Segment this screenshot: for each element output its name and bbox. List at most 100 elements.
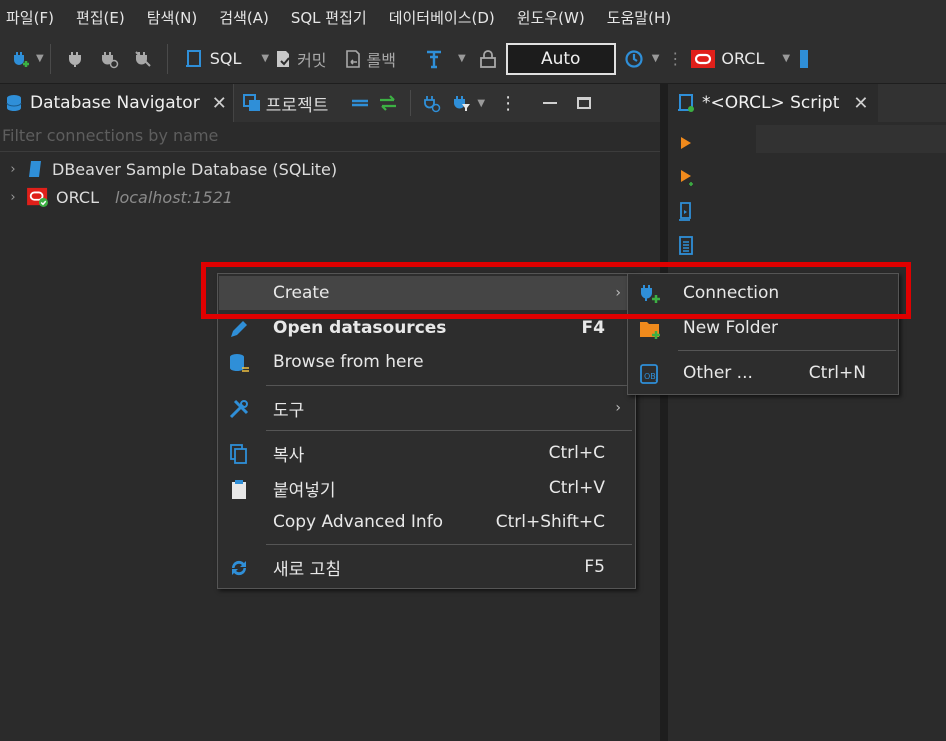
connect-nav-button[interactable] xyxy=(421,93,441,113)
menu-item-shortcut: F5 xyxy=(584,557,605,577)
chevron-down-icon[interactable]: ▼ xyxy=(652,53,660,64)
menu-item-open-datasources[interactable]: Open datasources F4 xyxy=(219,311,635,345)
tools-icon xyxy=(229,399,249,419)
menu-item-label: 복사 xyxy=(273,445,305,466)
tab-projects[interactable]: 프로젝트 xyxy=(242,91,328,116)
chevron-down-icon[interactable]: ▼ xyxy=(261,53,269,64)
tree-node-label: DBeaver Sample Database (SQLite) xyxy=(52,159,338,179)
submenu-item-connection[interactable]: Connection xyxy=(629,276,898,310)
rollback-button[interactable]: 롤백 xyxy=(343,43,396,75)
menu-item-copy[interactable]: 복사 Ctrl+C xyxy=(219,436,635,470)
schema-selector[interactable] xyxy=(800,43,809,75)
auto-commit-box[interactable]: Auto xyxy=(505,42,616,75)
plug-refresh-icon xyxy=(424,96,441,113)
menu-file[interactable]: 파일(F) xyxy=(6,7,54,28)
menu-item-label: Create xyxy=(273,283,330,303)
chevron-down-icon[interactable]: ▼ xyxy=(477,98,485,109)
close-icon[interactable]: ✕ xyxy=(853,93,868,114)
rollback-label: 롤백 xyxy=(366,50,396,70)
chevron-right-icon[interactable]: › xyxy=(4,190,22,205)
view-menu-icon[interactable]: ⋮ xyxy=(499,93,517,114)
new-connection-icon xyxy=(641,285,660,303)
menu-item-refresh[interactable]: 새로 고침 F5 xyxy=(219,550,635,584)
refresh-icon xyxy=(231,560,247,576)
active-connection-label: ORCL xyxy=(721,49,765,68)
plug-filter-icon xyxy=(454,96,471,111)
link-arrows-icon xyxy=(380,95,397,111)
rollback-icon xyxy=(345,49,360,68)
new-folder-icon xyxy=(640,322,660,339)
sql-editor-button[interactable]: SQL ▼ xyxy=(184,43,269,75)
filter-connections-button[interactable]: ▼ xyxy=(451,93,485,113)
menu-item-paste[interactable]: 붙여넣기 Ctrl+V xyxy=(219,471,635,505)
link-with-editor-button[interactable] xyxy=(378,93,398,113)
sql-button-label: SQL xyxy=(209,49,242,68)
menu-help[interactable]: 도움말(H) xyxy=(607,7,671,28)
menu-item-label: 새로 고침 xyxy=(273,559,341,580)
editor-action-gutter xyxy=(668,122,698,741)
execute-script-icon[interactable] xyxy=(678,202,694,222)
menu-item-shortcut: F4 xyxy=(581,318,605,338)
commit-button[interactable]: 커밋 xyxy=(273,43,327,75)
submenu-item-other[interactable]: OBJ Other ... Ctrl+N xyxy=(629,356,898,390)
chevron-right-icon[interactable]: › xyxy=(4,162,22,177)
submenu-item-label: Connection xyxy=(683,283,780,303)
tree-node-host: localhost:1521 xyxy=(115,187,233,207)
menu-sql-editor[interactable]: SQL 편집기 xyxy=(291,7,367,28)
toolbar-separator xyxy=(166,43,168,74)
filter-connections-input[interactable]: Filter connections by name xyxy=(0,122,660,152)
tree-node-orcl[interactable]: › ORCL localhost:1521 xyxy=(4,184,233,210)
minimize-icon[interactable] xyxy=(543,102,558,104)
menu-separator xyxy=(266,385,632,386)
menu-item-browse-from-here[interactable]: Browse from here xyxy=(219,345,635,379)
execute-statement-icon[interactable] xyxy=(680,136,692,150)
panel-divider[interactable] xyxy=(660,84,668,741)
active-connection-selector[interactable]: ORCL ▼ xyxy=(691,43,790,75)
editor-current-line[interactable] xyxy=(756,125,946,153)
disconnect-button[interactable] xyxy=(133,43,153,75)
toolbar-separator xyxy=(49,43,51,74)
new-connection-toolbar-button[interactable]: ▼ xyxy=(12,43,44,75)
create-submenu: Connection New Folder OBJ Other ... Ctrl… xyxy=(627,273,899,395)
main-toolbar: ▼ SQL ▼ 커밋 롤백 ▼ Auto ▼ ⋮ ORCL ▼ xyxy=(0,34,946,84)
maximize-icon[interactable] xyxy=(577,97,592,109)
reconnect-button[interactable] xyxy=(99,43,119,75)
menu-item-label: Copy Advanced Info xyxy=(273,512,444,532)
close-icon[interactable]: ✕ xyxy=(212,93,227,114)
paste-clipboard-icon xyxy=(232,480,246,499)
svg-text:OBJ: OBJ xyxy=(644,372,658,381)
tab-database-navigator-label: Database Navigator xyxy=(30,93,200,113)
tab-database-navigator[interactable]: Database Navigator ✕ xyxy=(0,84,234,122)
chevron-down-icon[interactable]: ▼ xyxy=(782,53,790,64)
collapse-all-button[interactable] xyxy=(350,93,370,113)
submenu-item-label: New Folder xyxy=(683,318,779,338)
tree-node-sample-database[interactable]: › DBeaver Sample Database (SQLite) xyxy=(4,156,337,182)
lock-icon xyxy=(479,49,496,68)
menu-bar: 파일(F) 편집(E) 탐색(N) 검색(A) SQL 편집기 데이터베이스(D… xyxy=(0,0,946,34)
toolbar-more-icon[interactable]: ⋮ xyxy=(667,43,683,75)
menu-window[interactable]: 윈도우(W) xyxy=(517,7,585,28)
history-clock-icon xyxy=(625,49,643,68)
sql-script-icon xyxy=(678,94,694,112)
menu-item-create[interactable]: Create › xyxy=(219,276,635,310)
submenu-item-shortcut: Ctrl+N xyxy=(808,363,866,383)
menu-database[interactable]: 데이터베이스(D) xyxy=(389,7,495,28)
transaction-mode-icon xyxy=(426,50,441,68)
copy-icon xyxy=(230,444,247,464)
menu-search[interactable]: 검색(A) xyxy=(219,7,269,28)
submenu-item-new-folder[interactable]: New Folder xyxy=(629,311,898,345)
chevron-down-icon[interactable]: ▼ xyxy=(458,53,466,64)
history-button[interactable]: ▼ xyxy=(624,43,660,75)
transaction-mode-button[interactable]: ▼ xyxy=(424,43,466,75)
menu-navigate[interactable]: 탐색(N) xyxy=(147,7,198,28)
tab-orcl-script[interactable]: *<ORCL> Script ✕ xyxy=(668,84,878,122)
auto-commit-mode[interactable]: Auto xyxy=(505,42,616,75)
execute-new-tab-icon[interactable] xyxy=(680,169,696,187)
menu-item-copy-advanced-info[interactable]: Copy Advanced Info Ctrl+Shift+C xyxy=(219,505,635,539)
menu-edit[interactable]: 편집(E) xyxy=(76,7,125,28)
connect-button[interactable] xyxy=(65,43,85,75)
explain-plan-icon[interactable] xyxy=(678,236,694,256)
menu-item-tools[interactable]: 도구 › xyxy=(219,391,635,425)
lock-button[interactable] xyxy=(478,43,498,75)
chevron-down-icon[interactable]: ▼ xyxy=(36,53,44,64)
